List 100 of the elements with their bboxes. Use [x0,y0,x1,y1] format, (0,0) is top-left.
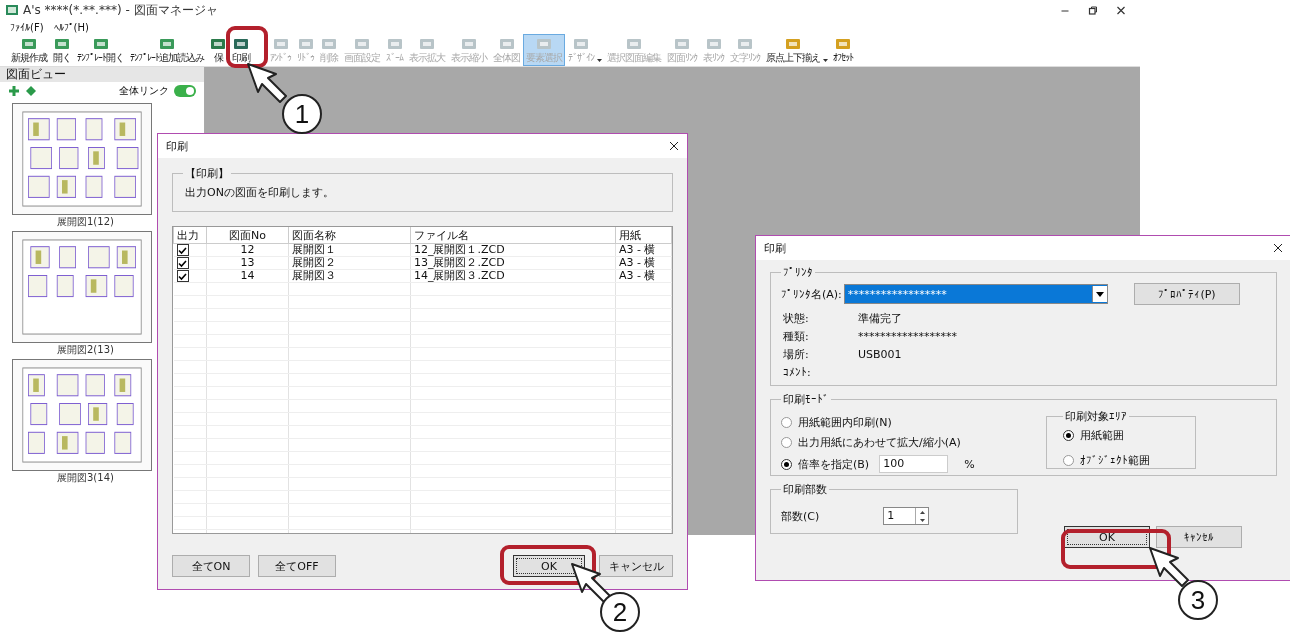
page-caption: 展開図2(13) [57,343,114,356]
menu-item[interactable]: ﾍﾙﾌﾟ(H) [53,21,89,33]
page-thumbnail[interactable] [12,359,152,471]
dropdown-arrow-icon[interactable] [823,59,828,62]
tool-icon [321,37,337,51]
properties-button[interactable]: ﾌﾟﾛﾊﾟﾃｨ(P) [1134,283,1240,305]
table-cell: 12_展開図１.ZCD [414,243,505,256]
area-radio[interactable]: ｵﾌﾞｼﾞｪｸﾄ範囲 [1063,453,1179,468]
tool-icon [626,37,642,51]
step-marker: 3 [1178,580,1218,620]
tool-icon [737,37,753,51]
tool-icon [461,37,477,51]
group-title: 【印刷】 [184,166,230,181]
menu-item[interactable]: ﾌｧｲﾙ(F) [10,21,44,33]
tool-icon [354,37,370,51]
info-label: ｺﾒﾝﾄ: [782,365,812,379]
area-radio[interactable]: 用紙範囲 [1063,428,1179,443]
link-toggle[interactable] [174,85,196,97]
message-text: 出力ONの図面を印刷します。 [184,185,334,200]
info-label: 種類: [782,328,810,344]
tool-icon [92,37,109,51]
info-label: 場所: [782,346,810,362]
table-cell: A3 - 横 [619,243,656,256]
column-header[interactable]: 図面名称 [288,227,411,244]
info-value: 準備完了 [858,310,902,326]
unit-label: % [964,457,975,471]
tool-icon [272,37,289,51]
printer-label: ﾌﾟﾘﾝﾀ名(A): [781,286,842,302]
table-cell: A3 - 横 [619,256,656,269]
tool-icon [705,37,722,51]
tool-icon [297,37,314,51]
printer-select[interactable]: ****************** [843,284,1108,304]
dialog-button[interactable]: 全てOFF [258,555,336,577]
mode-radio[interactable]: 倍率を指定(B) [781,456,870,472]
mode-radio[interactable]: 出力用紙にあわせて拡大/縮小(A) [781,435,961,450]
step-marker: 2 [600,592,640,632]
column-header[interactable]: ファイル名 [410,227,616,244]
restore-icon[interactable] [1086,5,1100,15]
dialog-title: 印刷 [166,138,188,154]
dialog-title: 印刷 [764,240,786,256]
info-label: 状態: [782,310,810,326]
table-cell: 13_展開図２.ZCD [414,256,505,269]
dialog-button[interactable]: ｷｬﾝｾﾙ [1156,526,1242,548]
tool-icon [159,37,175,51]
toolbar-button[interactable]: 新規作成 [8,34,50,66]
group-title: 印刷ﾓｰﾄﾞ [782,392,830,407]
column-header[interactable]: 出力 [173,227,207,244]
column-header[interactable]: 図面No [206,227,289,244]
tool-icon [54,37,70,51]
info-value: ****************** [858,329,957,343]
mode-radio[interactable]: 用紙範囲内印刷(N) [781,415,892,430]
toolbar-button[interactable]: ﾃﾝﾌﾟﾚｰﾄ開く [74,34,127,66]
table-cell: A3 - 横 [619,269,656,282]
scale-field[interactable]: 100 [879,455,949,473]
page-thumbnail[interactable] [12,231,152,343]
toolbar-button[interactable]: 原点上下揃え [763,34,823,66]
app-icon [6,5,18,15]
panel-title: 図面ビュー [6,67,66,81]
add-icon[interactable] [8,85,20,97]
tool-icon [536,37,552,51]
pointer-icon [1148,546,1192,590]
close-icon[interactable] [669,141,679,151]
spin-down-icon[interactable] [919,518,925,522]
info-value: USB001 [858,347,902,361]
link-label: 全体リンク [119,84,169,98]
output-checkbox[interactable] [176,270,189,282]
tool-icon [835,37,851,51]
tool-icon [386,37,403,51]
group-title: 印刷部数 [782,482,828,497]
table-cell: 14_展開図３.ZCD [414,269,505,282]
spin-up-icon[interactable] [919,510,925,514]
output-checkbox[interactable] [176,257,189,269]
output-checkbox[interactable] [176,244,189,256]
table-cell: 展開図１ [292,243,336,256]
copies-label: 部数(C) [781,508,820,524]
close-icon[interactable] [1273,243,1283,253]
tool-icon [419,37,435,51]
tool-icon [21,37,37,51]
dropdown-arrow-icon[interactable] [1095,292,1104,297]
tool-icon [573,37,589,51]
group-title: 印刷対象ｴﾘｱ [1064,409,1128,424]
tool-icon [498,37,515,51]
tool-icon [785,37,801,51]
page-caption: 展開図1(12) [57,215,114,228]
group-title: ﾌﾟﾘﾝﾀ [782,266,814,279]
toolbar-button[interactable]: ﾃﾝﾌﾟﾚｰﾄ追加読込み [127,34,207,66]
tool-icon [210,37,226,51]
tool-icon [674,37,690,51]
page-thumbnail[interactable] [12,103,152,215]
table-cell: 展開図２ [292,256,336,269]
toolbar-button[interactable]: 開く [50,34,74,66]
tool-icon [233,37,249,51]
column-header[interactable]: 用紙 [615,227,672,244]
toolbar-button[interactable]: 保 [207,34,229,66]
close-icon[interactable] [1114,5,1128,15]
dialog-button[interactable]: 全てON [172,555,250,577]
dialog-button[interactable]: キャンセル [599,555,673,577]
table-cell: 展開図３ [292,269,336,282]
toolbar-button[interactable]: ｵﾌｾｯﾄ [830,34,856,66]
copies-spinner[interactable]: 1 [883,507,930,525]
